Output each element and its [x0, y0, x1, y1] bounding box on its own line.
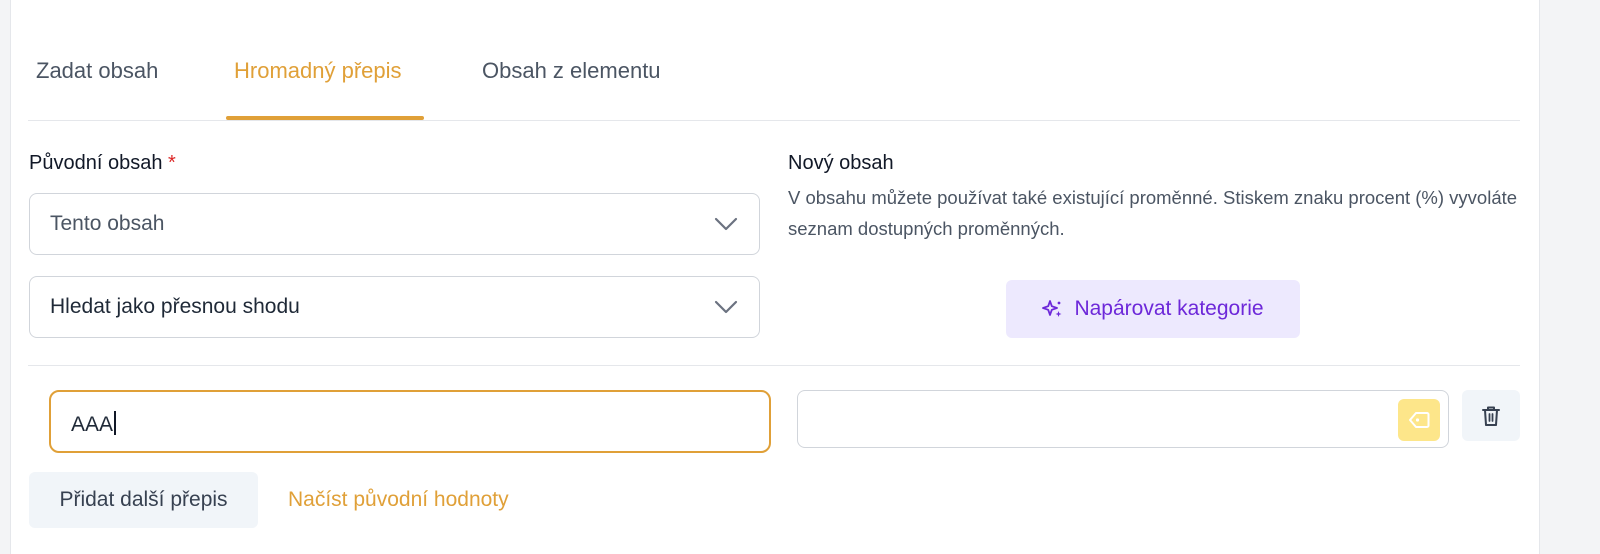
original-value-input[interactable]: AAA [49, 390, 771, 453]
add-rewrite-button[interactable]: Přidat další přepis [29, 472, 258, 528]
active-tab-indicator [226, 116, 424, 120]
load-original-values-link[interactable]: Načíst původní hodnoty [288, 488, 509, 512]
new-content-label: Nový obsah [788, 152, 894, 174]
sparkle-icon [1042, 300, 1062, 317]
required-mark: * [168, 152, 176, 174]
pair-categories-label: Napárovat kategorie [1074, 297, 1264, 320]
original-content-label: Původní obsah * [29, 152, 176, 175]
tag-icon [1409, 412, 1430, 428]
trash-icon [1482, 406, 1500, 426]
chevron-down-icon [714, 217, 738, 231]
text-caret [114, 411, 116, 435]
new-content-help: V obsahu můžete používat také existující… [788, 187, 1518, 239]
scope-select[interactable]: Tento obsah [29, 193, 760, 255]
match-mode-select[interactable]: Hledat jako přesnou shodu [29, 276, 760, 338]
section-divider [28, 365, 1520, 366]
tab-content-from-element[interactable]: Obsah z elementu [482, 58, 661, 84]
pair-categories-button[interactable]: Napárovat kategorie [1006, 280, 1300, 338]
tab-bulk-rewrite[interactable]: Hromadný přepis [234, 58, 402, 84]
chevron-down-icon [714, 300, 738, 314]
variables-tag-button[interactable] [1398, 399, 1440, 441]
match-mode-select-value: Hledat jako přesnou shodu [50, 295, 300, 318]
new-value-input[interactable] [797, 390, 1449, 448]
tab-bar: Zadat obsah Hromadný přepis Obsah z elem… [28, 0, 1520, 121]
original-content-label-text: Původní obsah [29, 152, 163, 174]
tab-enter-content[interactable]: Zadat obsah [36, 58, 158, 84]
original-value-text: AAA [71, 413, 114, 436]
scope-select-value: Tento obsah [50, 212, 165, 235]
delete-rewrite-button[interactable] [1462, 390, 1520, 441]
